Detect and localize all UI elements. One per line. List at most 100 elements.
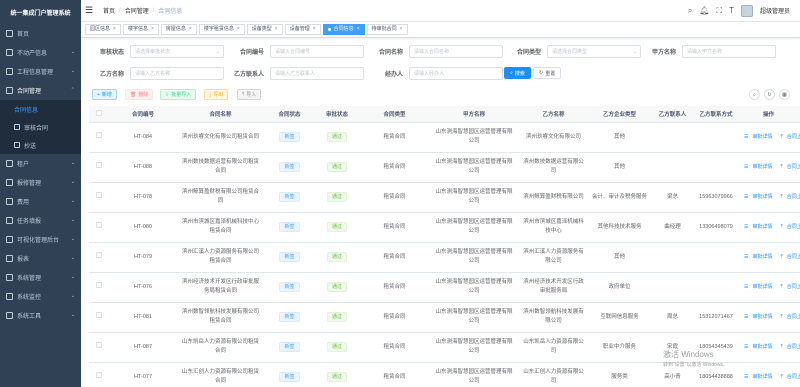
approval-detail-link[interactable]: ☰ 审批详情 — [742, 344, 775, 350]
batch-import-button[interactable]: ⇪ 批量导入 — [160, 89, 197, 100]
contract-upload-link[interactable]: ⤒合同上传 — [779, 314, 800, 320]
contract-no-cell: HT-080 — [109, 212, 177, 243]
row-checkbox[interactable] — [89, 272, 109, 303]
row-checkbox[interactable] — [89, 182, 109, 213]
sidebar-subitem-audit-contract[interactable]: 审核合同 — [0, 118, 81, 136]
contract-no-input[interactable]: 请输入合同编号 — [270, 45, 365, 58]
approval-detail-link[interactable]: ☰ 审批详情 — [742, 254, 775, 260]
tag-park-info[interactable]: 园区信息 × — [85, 24, 121, 35]
contract-name-input[interactable]: 请输入合同名称 — [409, 45, 504, 58]
contract-upload-link[interactable]: ⤒合同上传 — [779, 284, 800, 290]
row-checkbox[interactable] — [89, 242, 109, 273]
column-header: 合同状态 — [264, 106, 315, 123]
contract-upload-link[interactable]: ⤒合同上传 — [779, 254, 800, 260]
tag-building-info[interactable]: 楼宇信息 × — [122, 24, 159, 35]
bell-icon[interactable]: 🔔︎ — [699, 6, 709, 15]
audit-status-select[interactable]: 请选择审批状态 ⌄ — [130, 45, 225, 58]
approval-status-badge: 通过 — [326, 132, 347, 142]
delete-button[interactable]: 🗑︎ 删除 — [125, 89, 154, 100]
party-b-contact-input[interactable]: 请输入乙方联系人 — [270, 67, 365, 80]
approval-detail-link[interactable]: ☰ 审批详情 — [742, 374, 775, 380]
tag-device-manage[interactable]: 设备管理 × — [284, 24, 321, 35]
row-checkbox[interactable] — [89, 122, 109, 153]
detail-icon: ☰ — [744, 163, 749, 170]
chevron-down-icon: ⌄ — [70, 312, 75, 318]
party-a-cell: 山东测海智慧园区运营管理有限公司 — [430, 242, 518, 273]
contract-upload-link[interactable]: ⤒合同上传 — [779, 134, 800, 140]
handler-input[interactable]: 请输入经办人 — [409, 67, 504, 80]
party-b-input[interactable]: 请输入乙方名称 — [130, 67, 225, 80]
party-a-input[interactable]: 请输入甲方名称 — [682, 45, 777, 58]
sidebar-item-tenant[interactable]: 租户 ⌄ — [0, 154, 81, 173]
close-icon[interactable]: × — [113, 25, 116, 34]
party-b-label: 乙方名称 — [100, 72, 125, 78]
approval-detail-link[interactable]: ☰ 审批详情 — [742, 164, 775, 170]
font-size-icon[interactable]: T — [729, 6, 734, 15]
sidebar-item-contract[interactable]: 合同管理 ⌃ — [0, 81, 81, 100]
contract-upload-link[interactable]: ⤒合同上传 — [779, 224, 800, 230]
operations-cell: ☰审批详情 ⤒合同上传 — [737, 212, 800, 243]
row-checkbox[interactable] — [89, 332, 109, 363]
username[interactable]: 超级管理员 — [760, 6, 790, 15]
sidebar-item-report[interactable]: 报表 ⌄ — [0, 249, 81, 268]
close-icon[interactable]: × — [313, 25, 316, 34]
close-icon[interactable]: × — [237, 25, 240, 34]
columns-icon[interactable]: ▦ — [779, 89, 790, 100]
sidebar-item-realestate[interactable]: 不动产信息 ⌄ — [0, 43, 81, 62]
row-checkbox[interactable] — [89, 152, 109, 183]
approval-detail-link[interactable]: ☰ 审批详情 — [742, 284, 775, 290]
row-checkbox[interactable] — [89, 302, 109, 333]
tag-house-info[interactable]: 房屋信息 × — [160, 24, 197, 35]
tag-contract-info[interactable]: 合同信息 × — [322, 24, 365, 35]
sidebar-item-fee[interactable]: 费用 ⌄ — [0, 192, 81, 211]
sidebar-item-home[interactable]: 首页 — [0, 24, 81, 43]
close-icon[interactable]: × — [357, 25, 360, 34]
close-icon[interactable]: × — [151, 25, 154, 34]
upload-button[interactable]: ⤒ 导入 — [237, 89, 262, 100]
sidebar-item-monitor[interactable]: 系统监控 ⌄ — [0, 287, 81, 306]
row-checkbox[interactable] — [89, 362, 109, 387]
toggle-search-icon[interactable]: ⌕ — [749, 89, 760, 100]
table-row: HT-080 滨州市滨城区嘉泽机械科技中心租赁合同 新签 通过 租赁合同 山东测海智慧园区… — [89, 212, 800, 243]
approval-detail-link[interactable]: ☰ 审批详情 — [742, 134, 775, 140]
breadcrumb-item[interactable]: 首页 — [103, 6, 115, 15]
party-b-contact-cell — [650, 152, 695, 183]
tag-device-type[interactable]: 设备类型 × — [246, 24, 283, 35]
contract-upload-link[interactable]: ⤒合同上传 — [779, 344, 800, 350]
row-checkbox[interactable] — [89, 212, 109, 243]
contract-upload-link[interactable]: ⤒合同上传 — [779, 164, 800, 170]
tag-building-lease-info[interactable]: 楼宇租赁信息 × — [198, 24, 245, 35]
contract-type-select[interactable]: 请选择合同类型 ⌄ — [547, 45, 642, 58]
avatar[interactable] — [740, 4, 753, 17]
fullscreen-icon[interactable]: ⛶ — [716, 6, 722, 16]
sidebar-item-visual[interactable]: 可视化管理后台 ⌄ — [0, 230, 81, 249]
sidebar-subitem-cc[interactable]: 抄送 — [0, 136, 81, 154]
export-button[interactable]: ⤓ 导出 — [204, 89, 229, 100]
contract-type-cell: 租赁合同 — [359, 122, 430, 153]
breadcrumb: 首页 / 合同管理 / 合同信息 — [103, 6, 183, 16]
search-icon[interactable]: ⌕ — [688, 6, 692, 16]
approval-detail-link[interactable]: ☰ 审批详情 — [742, 314, 775, 320]
sidebar-subitem-contract-info[interactable]: 合同信息 — [0, 100, 81, 118]
approval-detail-link[interactable]: ☰ 审批详情 — [742, 224, 775, 230]
close-icon[interactable]: × — [400, 25, 403, 34]
sidebar-item-tools[interactable]: 系统工具 ⌄ — [0, 306, 81, 325]
add-button[interactable]: + 新增 — [92, 89, 117, 100]
search-button[interactable]: ⌕ 搜索 — [504, 67, 531, 79]
sidebar-item-repair[interactable]: 报修管理 ⌄ — [0, 173, 81, 192]
sidebar-item-project[interactable]: 工程信息管理 ⌄ — [0, 62, 81, 81]
contract-upload-link[interactable]: ⤒合同上传 — [779, 374, 800, 380]
refresh-icon[interactable]: ↻ — [764, 89, 775, 100]
close-icon[interactable]: × — [189, 25, 192, 34]
tag-pending-contract[interactable]: 待审批合同 × — [366, 24, 408, 35]
close-icon[interactable]: × — [275, 25, 278, 34]
approval-detail-link[interactable]: ☰ 审批详情 — [742, 194, 775, 200]
contract-upload-link[interactable]: ⤒合同上传 — [779, 194, 800, 200]
sidebar-item-task[interactable]: 任务填报 ⌄ — [0, 211, 81, 230]
hamburger-icon[interactable]: ☰ — [81, 0, 97, 22]
party-a-cell: 山东测海智慧园区运营管理有限公司 — [430, 332, 518, 363]
reset-button[interactable]: ↻ 重置 — [533, 67, 562, 79]
sidebar-item-system[interactable]: 系统管理 ⌄ — [0, 268, 81, 287]
select-all-checkbox[interactable] — [89, 106, 109, 123]
party-b-contact-cell — [650, 122, 695, 153]
